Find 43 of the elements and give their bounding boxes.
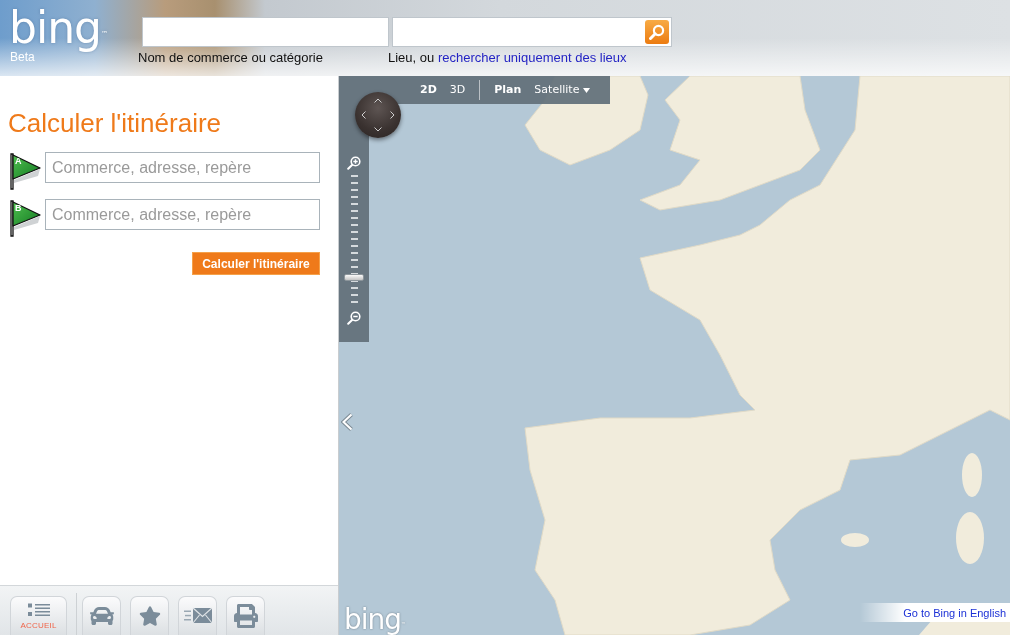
- language-link[interactable]: Go to Bing in English: [860, 603, 1010, 622]
- zoom-slider-thumb[interactable]: [344, 274, 364, 282]
- map-style-tab[interactable]: Satellite: [534, 83, 591, 97]
- zoom-in-button[interactable]: [347, 156, 361, 170]
- zoom-in-icon: [347, 156, 361, 170]
- chevron-left-icon[interactable]: [361, 111, 366, 119]
- print-button[interactable]: [226, 596, 265, 635]
- flag-icon: [8, 199, 42, 237]
- search-field[interactable]: [142, 17, 389, 47]
- flag-icon: [8, 152, 42, 190]
- search-field[interactable]: [392, 17, 672, 47]
- zoom-out-icon: [347, 311, 361, 325]
- chevron-right-icon[interactable]: [390, 111, 395, 119]
- beta-label: Beta: [9, 50, 35, 64]
- envelope-icon: [183, 607, 212, 624]
- address-input[interactable]: Commerce, adresse, repère: [45, 199, 320, 230]
- map-style-tab[interactable]: Plan: [494, 83, 522, 97]
- zoom-out-button[interactable]: [347, 311, 361, 325]
- places-only-link[interactable]: rechercher uniquement des lieux: [437, 50, 627, 65]
- search-icon: [649, 24, 665, 40]
- map-logo: bing$^{™}$: [344, 607, 406, 633]
- flag-letter: A: [15, 156, 22, 166]
- send-button[interactable]: [178, 596, 217, 635]
- car-icon: [89, 604, 114, 628]
- view-mode-tab[interactable]: 2D: [420, 83, 437, 97]
- calculate-route-button[interactable]: Calculer l'itinéraire: [192, 252, 320, 275]
- caret-icon: [583, 87, 591, 93]
- field-caption: Nom de commerce ou catégorie: [138, 50, 324, 66]
- chevron-up-icon[interactable]: [374, 98, 382, 103]
- favorites-button[interactable]: [130, 596, 169, 635]
- collapse-chevron-icon[interactable]: [341, 413, 354, 431]
- car-button[interactable]: [82, 596, 121, 635]
- panel-title: Calculer l'itinéraire: [8, 108, 223, 138]
- star-icon: [138, 605, 161, 627]
- search-button[interactable]: [645, 20, 669, 44]
- chevron-down-icon[interactable]: [374, 127, 382, 132]
- address-input[interactable]: Commerce, adresse, repère: [45, 152, 320, 183]
- printer-icon: [233, 604, 258, 628]
- field-caption: Lieu, ou rechercher uniquement des lieux: [388, 50, 628, 66]
- flag-letter: B: [15, 203, 22, 213]
- list-icon: [27, 603, 50, 617]
- home-button[interactable]: ACCUEIL: [10, 596, 67, 635]
- view-mode-tab[interactable]: 3D: [449, 83, 466, 97]
